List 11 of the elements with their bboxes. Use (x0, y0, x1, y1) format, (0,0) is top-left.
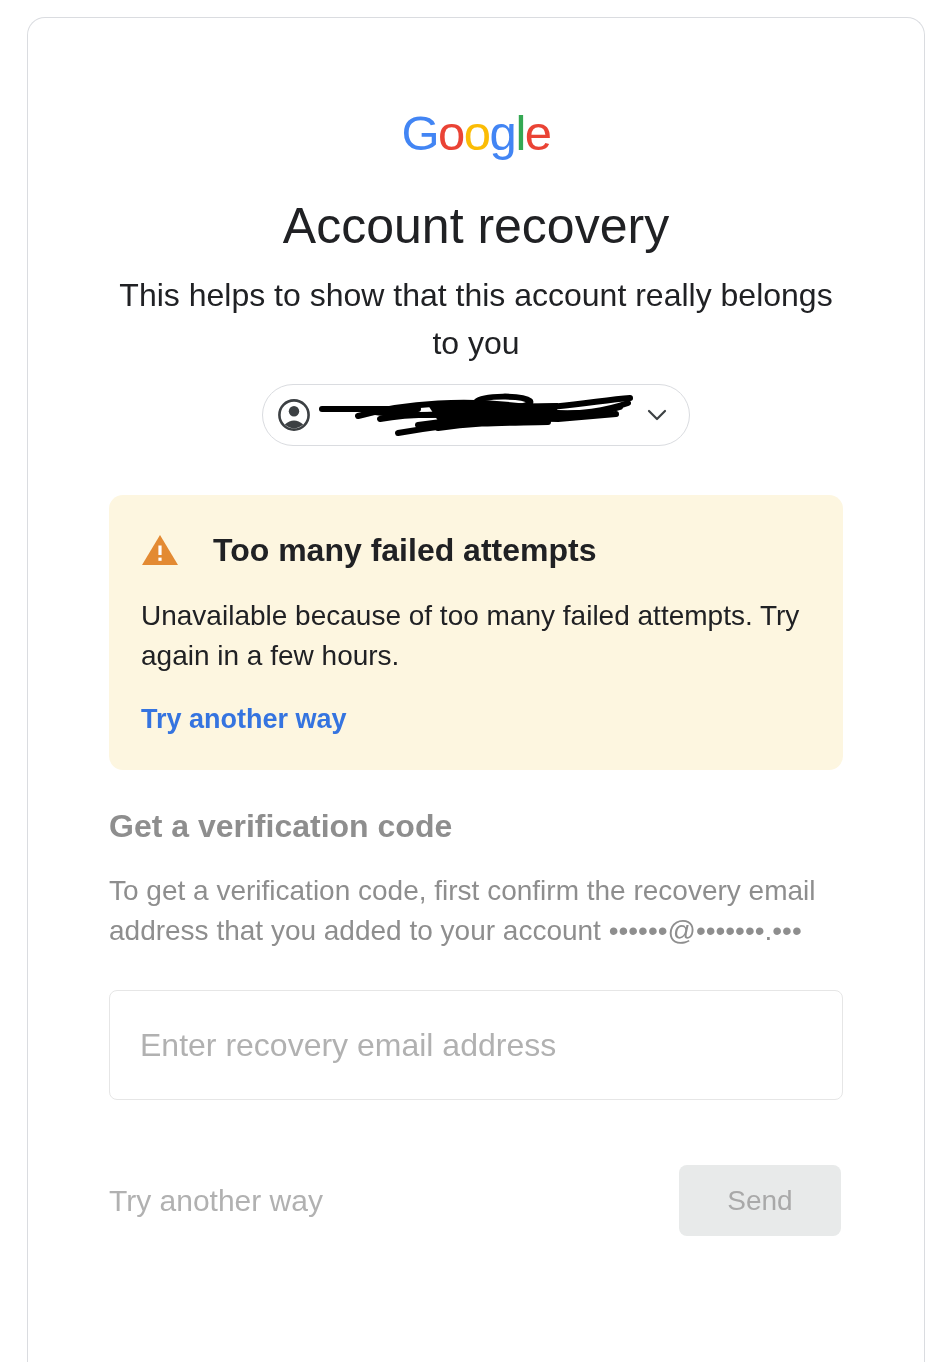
subtitle: This helps to show that this account really belongs to you (118, 276, 834, 363)
try-another-way-link[interactable]: Try another way (141, 699, 347, 739)
section-heading: Get a verification code (109, 807, 453, 846)
chevron-down-icon (647, 409, 667, 421)
section-description: To get a verification code, first confirm the recovery email address that you added to your account ••••••@•••••••.••• (109, 874, 817, 948)
logo: Google (401, 108, 551, 158)
warning-icon (141, 534, 179, 566)
page-title: Account recovery (282, 198, 670, 254)
warning-message: Unavailable because of too many failed attempts. Try again in a few hours. (141, 599, 801, 673)
account-circle-icon (278, 399, 310, 431)
warning-title: Too many failed attempts (213, 531, 597, 570)
